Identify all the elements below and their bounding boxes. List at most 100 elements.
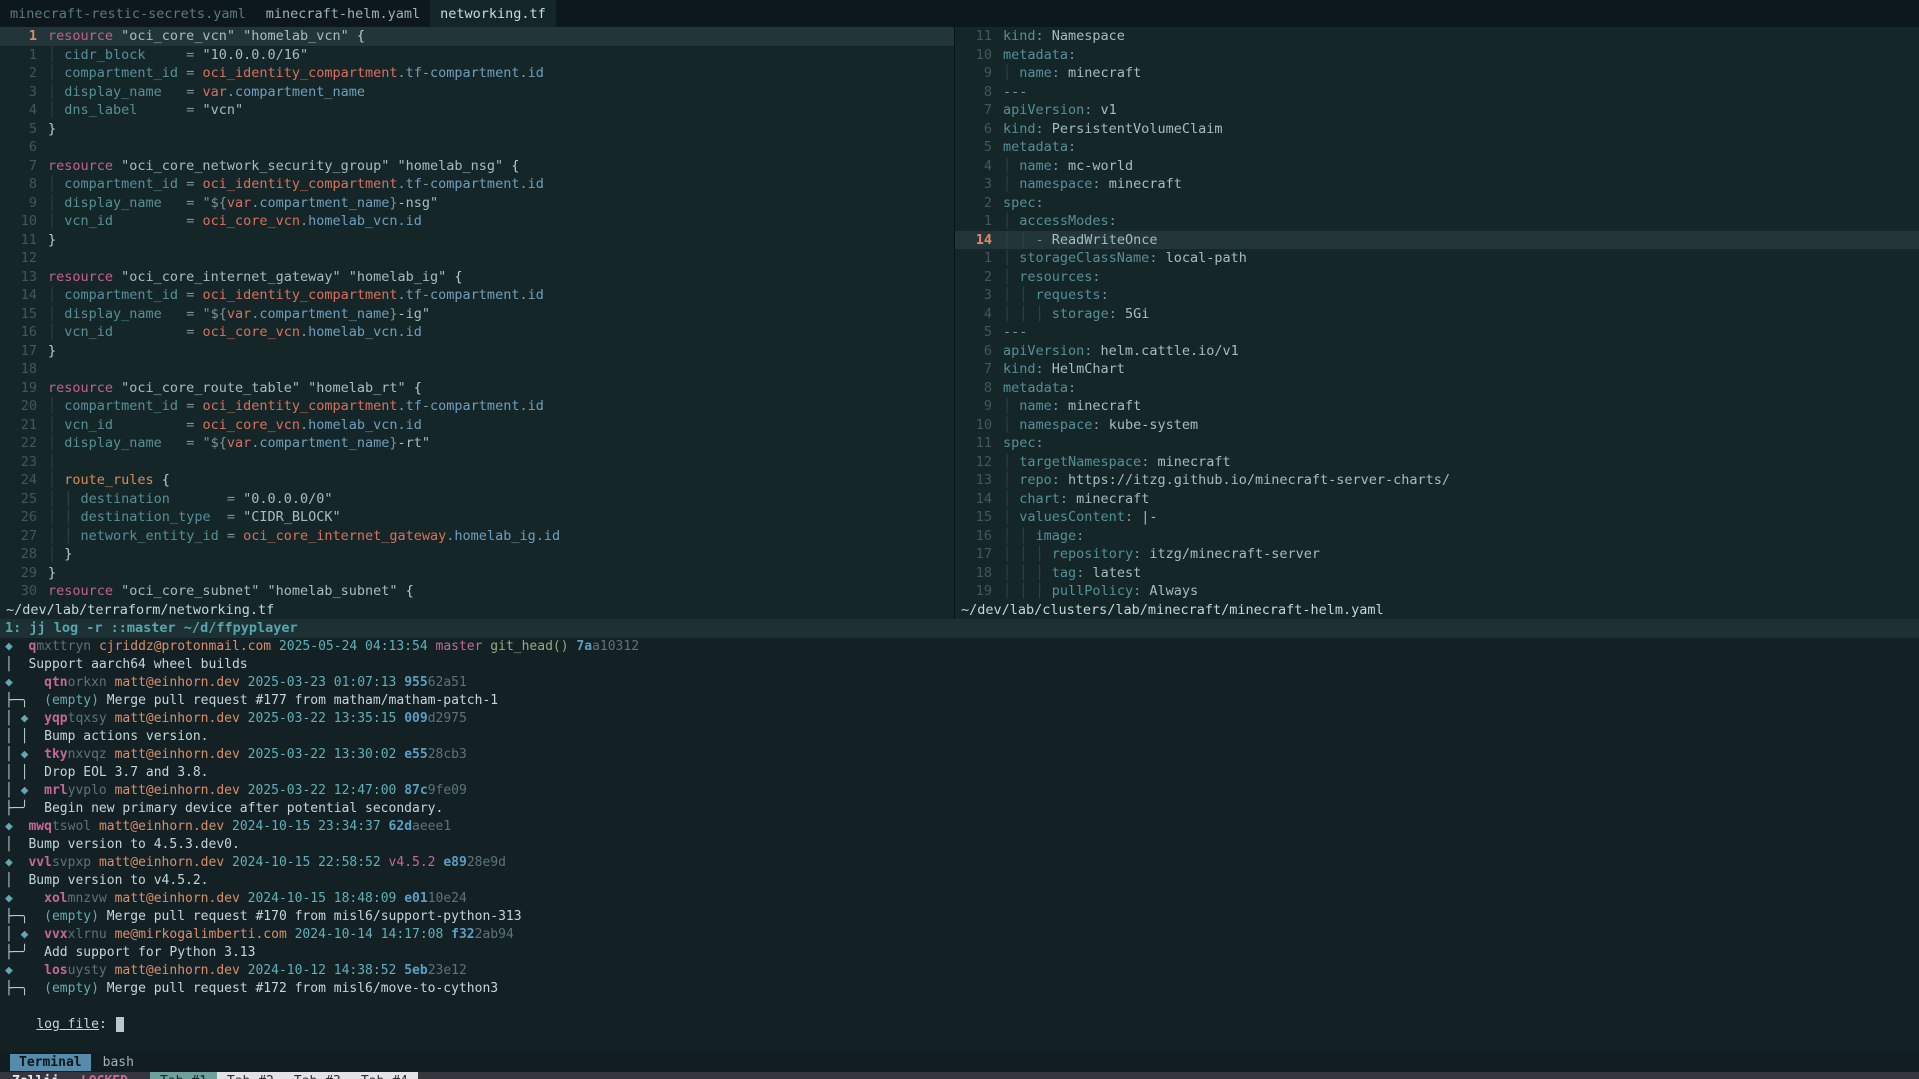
terraform-code[interactable]: 1resource "oci_core_vcn" "homelab_vcn" {… bbox=[0, 27, 954, 601]
line-number: 7 bbox=[0, 157, 48, 176]
code-line[interactable]: 19resource "oci_core_route_table" "homel… bbox=[0, 379, 954, 398]
line-number: 22 bbox=[0, 434, 48, 453]
code-line[interactable]: 24│ route_rules { bbox=[0, 471, 954, 490]
code-line[interactable]: 14│ │ - ReadWriteOnce bbox=[955, 231, 1919, 250]
code-line[interactable]: 1│ cidr_block = "10.0.0.0/16" bbox=[0, 46, 954, 65]
terraform-statusline-path: ~/dev/lab/terraform/networking.tf bbox=[0, 601, 954, 620]
log-line: │ ◆ yqptqxsy matt@einhorn.dev 2025-03-22… bbox=[5, 710, 1919, 728]
line-number: 11 bbox=[955, 434, 1003, 453]
tab-bash[interactable]: bash bbox=[103, 1055, 134, 1070]
code-line[interactable]: 6 bbox=[0, 138, 954, 157]
yaml-statusline-path: ~/dev/lab/clusters/lab/minecraft/minecra… bbox=[955, 601, 1919, 620]
code-line[interactable]: 18 bbox=[0, 360, 954, 379]
code-line[interactable]: 4│ name: mc-world bbox=[955, 157, 1919, 176]
editor-tab[interactable]: minecraft-helm.yaml bbox=[256, 0, 430, 27]
code-line[interactable]: 16│ vcn_id = oci_core_vcn.homelab_vcn.id bbox=[0, 323, 954, 342]
code-line[interactable]: 5--- bbox=[955, 323, 1919, 342]
code-line[interactable]: 22│ display_name = "${var.compartment_na… bbox=[0, 434, 954, 453]
code-line[interactable]: 8metadata: bbox=[955, 379, 1919, 398]
line-number: 4 bbox=[955, 157, 1003, 176]
code-line[interactable]: 7apiVersion: v1 bbox=[955, 101, 1919, 120]
zellij-tab[interactable]: Tab #2 bbox=[217, 1072, 284, 1079]
code-line[interactable]: 11kind: Namespace bbox=[955, 27, 1919, 46]
editor-tab[interactable]: networking.tf bbox=[430, 0, 556, 27]
yaml-code[interactable]: 11kind: Namespace10metadata:9│ name: min… bbox=[955, 27, 1919, 601]
line-number: 15 bbox=[0, 305, 48, 324]
code-line[interactable]: 9│ name: minecraft bbox=[955, 397, 1919, 416]
code-line[interactable]: 13resource "oci_core_internet_gateway" "… bbox=[0, 268, 954, 287]
editor-panes: 1resource "oci_core_vcn" "homelab_vcn" {… bbox=[0, 27, 1919, 619]
line-number: 23 bbox=[0, 453, 48, 472]
line-number: 9 bbox=[955, 64, 1003, 83]
code-line[interactable]: 3│ display_name = var.compartment_name bbox=[0, 83, 954, 102]
zellij-tab[interactable]: Tab #1 bbox=[150, 1072, 217, 1079]
line-number: 8 bbox=[955, 83, 1003, 102]
code-line[interactable]: 29} bbox=[0, 564, 954, 583]
code-line[interactable]: 9│ name: minecraft bbox=[955, 64, 1919, 83]
code-line[interactable]: 4│ │ │ storage: 5Gi bbox=[955, 305, 1919, 324]
log-line: ◆ qtnorkxn matt@einhorn.dev 2025-03-23 0… bbox=[5, 674, 1919, 692]
code-line[interactable]: 3│ │ requests: bbox=[955, 286, 1919, 305]
code-line[interactable]: 20│ compartment_id = oci_identity_compar… bbox=[0, 397, 954, 416]
editor-tab[interactable]: minecraft-restic-secrets.yaml bbox=[0, 0, 256, 27]
code-line[interactable]: 17} bbox=[0, 342, 954, 361]
code-line[interactable]: 5metadata: bbox=[955, 138, 1919, 157]
code-line[interactable]: 1│ storageClassName: local-path bbox=[955, 249, 1919, 268]
code-line[interactable]: 12│ targetNamespace: minecraft bbox=[955, 453, 1919, 472]
zellij-tab[interactable]: Tab #3 bbox=[284, 1072, 351, 1079]
code-line[interactable]: 30resource "oci_core_subnet" "homelab_su… bbox=[0, 582, 954, 601]
code-line[interactable]: 15│ valuesContent: |- bbox=[955, 508, 1919, 527]
terminal-prompt[interactable]: log file: bbox=[0, 998, 1919, 1052]
code-line[interactable]: 26│ │ destination_type = "CIDR_BLOCK" bbox=[0, 508, 954, 527]
code-line[interactable]: 11spec: bbox=[955, 434, 1919, 453]
code-line[interactable]: 17│ │ │ repository: itzg/minecraft-serve… bbox=[955, 545, 1919, 564]
code-line[interactable]: 10│ namespace: kube-system bbox=[955, 416, 1919, 435]
terraform-editor-pane[interactable]: 1resource "oci_core_vcn" "homelab_vcn" {… bbox=[0, 27, 954, 619]
code-line[interactable]: 10│ vcn_id = oci_core_vcn.homelab_vcn.id bbox=[0, 212, 954, 231]
code-line[interactable]: 13│ repo: https://itzg.github.io/minecra… bbox=[955, 471, 1919, 490]
tab-terminal[interactable]: Terminal bbox=[10, 1054, 91, 1071]
code-line[interactable]: 15│ display_name = "${var.compartment_na… bbox=[0, 305, 954, 324]
line-number: 26 bbox=[0, 508, 48, 527]
code-line[interactable]: 23│ bbox=[0, 453, 954, 472]
code-line[interactable]: 8--- bbox=[955, 83, 1919, 102]
line-number: 28 bbox=[0, 545, 48, 564]
code-line[interactable]: 18│ │ │ tag: latest bbox=[955, 564, 1919, 583]
log-line: ◆ mwqtswol matt@einhorn.dev 2024-10-15 2… bbox=[5, 818, 1919, 836]
code-line[interactable]: 2│ compartment_id = oci_identity_compart… bbox=[0, 64, 954, 83]
code-line[interactable]: 14│ compartment_id = oci_identity_compar… bbox=[0, 286, 954, 305]
code-line[interactable]: 9│ display_name = "${var.compartment_nam… bbox=[0, 194, 954, 213]
jj-log-output[interactable]: ◆ qmxttryn cjriddz@protonmail.com 2025-0… bbox=[0, 638, 1919, 998]
code-line[interactable]: 28│ } bbox=[0, 545, 954, 564]
code-line[interactable]: 25│ │ destination = "0.0.0.0/0" bbox=[0, 490, 954, 509]
zellij-tab[interactable]: Tab #4 bbox=[351, 1072, 418, 1079]
code-line[interactable]: 11} bbox=[0, 231, 954, 250]
code-line[interactable]: 6apiVersion: helm.cattle.io/v1 bbox=[955, 342, 1919, 361]
code-line[interactable]: 14│ chart: minecraft bbox=[955, 490, 1919, 509]
editor-tabbar: minecraft-restic-secrets.yamlminecraft-h… bbox=[0, 0, 1919, 27]
code-line[interactable]: 7resource "oci_core_network_security_gro… bbox=[0, 157, 954, 176]
line-number: 9 bbox=[0, 194, 48, 213]
line-number: 5 bbox=[0, 120, 48, 139]
code-line[interactable]: 19│ │ │ pullPolicy: Always bbox=[955, 582, 1919, 601]
code-line[interactable]: 3│ namespace: minecraft bbox=[955, 175, 1919, 194]
code-line[interactable]: 1│ accessModes: bbox=[955, 212, 1919, 231]
line-number: 24 bbox=[0, 471, 48, 490]
line-number: 4 bbox=[0, 101, 48, 120]
code-line[interactable]: 6kind: PersistentVolumeClaim bbox=[955, 120, 1919, 139]
code-line[interactable]: 5} bbox=[0, 120, 954, 139]
line-number: 3 bbox=[0, 83, 48, 102]
code-line[interactable]: 7kind: HelmChart bbox=[955, 360, 1919, 379]
code-line[interactable]: 1resource "oci_core_vcn" "homelab_vcn" { bbox=[0, 27, 954, 46]
code-line[interactable]: 27│ │ network_entity_id = oci_core_inter… bbox=[0, 527, 954, 546]
line-number: 4 bbox=[955, 305, 1003, 324]
code-line[interactable]: 10metadata: bbox=[955, 46, 1919, 65]
code-line[interactable]: 16│ │ image: bbox=[955, 527, 1919, 546]
code-line[interactable]: 2spec: bbox=[955, 194, 1919, 213]
code-line[interactable]: 4│ dns_label = "vcn" bbox=[0, 101, 954, 120]
code-line[interactable]: 2│ resources: bbox=[955, 268, 1919, 287]
code-line[interactable]: 8│ compartment_id = oci_identity_compart… bbox=[0, 175, 954, 194]
yaml-editor-pane[interactable]: 11kind: Namespace10metadata:9│ name: min… bbox=[954, 27, 1919, 619]
code-line[interactable]: 12 bbox=[0, 249, 954, 268]
code-line[interactable]: 21│ vcn_id = oci_core_vcn.homelab_vcn.id bbox=[0, 416, 954, 435]
